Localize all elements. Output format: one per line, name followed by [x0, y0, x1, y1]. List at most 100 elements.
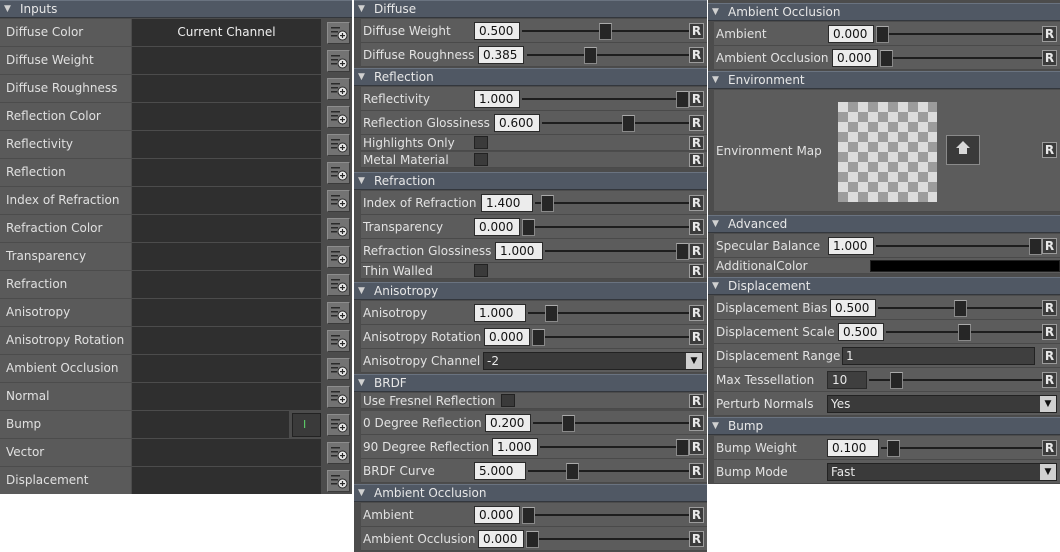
reset-button[interactable]: R: [689, 136, 704, 150]
ninety-degree-reflection-slider-track[interactable]: [540, 446, 689, 448]
ambient-slider-track[interactable]: [522, 514, 689, 516]
reset-button[interactable]: R: [689, 115, 704, 131]
diffuse-roughness-slider-thumb[interactable]: [584, 47, 598, 64]
reset-button[interactable]: R: [689, 531, 704, 547]
add-input-button[interactable]: [327, 162, 350, 184]
collapse-triangle-icon[interactable]: ▼: [4, 1, 11, 17]
collapse-triangle-icon[interactable]: ▼: [712, 72, 719, 88]
collapse-triangle-icon[interactable]: ▼: [358, 69, 365, 85]
reset-button[interactable]: R: [689, 219, 704, 235]
reset-button[interactable]: R: [689, 153, 704, 167]
input-connection-slot[interactable]: [132, 243, 321, 270]
input-connection-slot[interactable]: [132, 383, 321, 410]
ambient-slider-thumb[interactable]: [876, 26, 889, 43]
collapse-triangle-icon[interactable]: ▼: [358, 485, 365, 501]
refraction-section-header[interactable]: ▼ Refraction: [354, 172, 707, 190]
ambient-occlusion-slider-track[interactable]: [526, 538, 689, 540]
reset-button[interactable]: R: [1042, 440, 1057, 456]
input-connection-slot[interactable]: [132, 439, 321, 466]
bump-weight-slider-track[interactable]: [881, 447, 1042, 449]
reflection-section-header[interactable]: ▼ Reflection: [354, 68, 707, 86]
max-tessellation-slider-thumb[interactable]: [889, 372, 903, 389]
bump-toggle-slot[interactable]: I: [292, 413, 321, 437]
reset-button[interactable]: R: [689, 305, 704, 321]
ninety-degree-reflection-input[interactable]: 1.000: [492, 438, 538, 456]
reflectivity-slider-track[interactable]: [522, 98, 689, 100]
additional-color-swatch[interactable]: [870, 260, 1060, 272]
bump-section-header[interactable]: ▼ Bump: [708, 417, 1060, 435]
reset-button[interactable]: R: [1042, 142, 1057, 158]
index-of-refraction-slider-track[interactable]: [535, 202, 689, 204]
use-fresnel-reflection-checkbox[interactable]: [501, 394, 515, 407]
specular-balance-input[interactable]: 1.000: [828, 237, 874, 255]
diffuse-weight-slider-thumb[interactable]: [599, 23, 612, 40]
input-connection-slot[interactable]: [132, 467, 321, 494]
input-connection-slot[interactable]: [132, 215, 321, 242]
transparency-slider-track[interactable]: [522, 226, 689, 228]
diffuse-roughness-input[interactable]: 0.385: [478, 46, 524, 64]
input-connection-slot[interactable]: [132, 271, 321, 298]
specular-balance-slider-thumb[interactable]: [1029, 238, 1042, 255]
reset-button[interactable]: R: [689, 47, 704, 63]
reset-button[interactable]: R: [689, 507, 704, 523]
dropdown-arrow-icon[interactable]: ▼: [1040, 396, 1056, 412]
reflection-glossiness-slider-thumb[interactable]: [622, 115, 636, 132]
reflectivity-input[interactable]: 1.000: [474, 90, 520, 108]
add-input-button[interactable]: [327, 274, 350, 296]
index-of-refraction-input[interactable]: 1.400: [481, 194, 533, 212]
ambient-slider-thumb[interactable]: [522, 507, 535, 524]
collapse-triangle-icon[interactable]: ▼: [358, 1, 365, 17]
collapse-triangle-icon[interactable]: ▼: [712, 418, 719, 434]
diffuse-section-header[interactable]: ▼ Diffuse: [354, 0, 707, 18]
bump-mode-select[interactable]: Fast ▼: [827, 463, 1057, 481]
ambient-occlusion-slider-thumb[interactable]: [880, 50, 893, 67]
anisotropy-channel-select[interactable]: -2 ▼: [483, 352, 703, 370]
zero-degree-reflection-slider-track[interactable]: [533, 422, 689, 424]
add-input-button[interactable]: [327, 190, 350, 212]
reset-button[interactable]: R: [689, 195, 704, 211]
reset-button[interactable]: R: [689, 439, 704, 455]
index-of-refraction-slider-thumb[interactable]: [541, 195, 555, 212]
reset-button[interactable]: R: [689, 463, 704, 479]
anisotropy-rotation-slider-track[interactable]: [532, 336, 689, 338]
input-connection-slot[interactable]: [132, 299, 321, 326]
displacement-bias-input[interactable]: 0.500: [830, 299, 876, 317]
reset-button[interactable]: R: [689, 329, 704, 345]
input-connection-slot[interactable]: [132, 355, 321, 382]
reflection-glossiness-input[interactable]: 0.600: [494, 114, 540, 132]
ambient-occlusion-slider-thumb[interactable]: [526, 531, 539, 548]
add-input-button[interactable]: [327, 414, 350, 436]
brdf-curve-slider-track[interactable]: [528, 470, 689, 472]
anisotropy-slider-thumb[interactable]: [545, 305, 559, 322]
reset-button[interactable]: R: [1042, 372, 1057, 388]
add-input-button[interactable]: [327, 22, 350, 44]
collapse-triangle-icon[interactable]: ▼: [358, 173, 365, 189]
add-input-button[interactable]: [327, 358, 350, 380]
displacement-scale-slider-thumb[interactable]: [957, 324, 971, 341]
add-input-button[interactable]: [327, 78, 350, 100]
ambient-occlusion-input[interactable]: 0.000: [478, 530, 524, 548]
reset-button[interactable]: R: [689, 91, 704, 107]
perturb-normals-select[interactable]: Yes ▼: [827, 395, 1057, 413]
collapse-triangle-icon[interactable]: ▼: [712, 216, 719, 232]
add-input-button[interactable]: [327, 218, 350, 240]
dropdown-arrow-icon[interactable]: ▼: [686, 353, 702, 369]
environment-map-thumbnail[interactable]: [838, 102, 937, 202]
anisotropy-rotation-slider-thumb[interactable]: [532, 329, 545, 346]
reset-button[interactable]: R: [689, 264, 704, 278]
add-input-button[interactable]: [327, 246, 350, 268]
max-tessellation-input[interactable]: 10: [827, 371, 867, 389]
reset-button[interactable]: R: [689, 415, 704, 431]
reset-button[interactable]: R: [1042, 238, 1057, 254]
reset-button[interactable]: R: [1042, 300, 1057, 316]
anisotropy-input[interactable]: 1.000: [474, 304, 526, 322]
displacement-section-header[interactable]: ▼ Displacement: [708, 277, 1060, 295]
displacement-range-input[interactable]: 1: [842, 347, 1035, 365]
input-connection-slot[interactable]: Current Channel: [132, 19, 321, 46]
ambient-occlusion-section-header[interactable]: ▼ Ambient Occlusion: [708, 3, 1060, 21]
thin-walled-checkbox[interactable]: [474, 264, 488, 277]
refraction-glossiness-input[interactable]: 1.000: [495, 242, 543, 260]
reset-button[interactable]: R: [1042, 324, 1057, 340]
anisotropy-section-header[interactable]: ▼ Anisotropy: [354, 282, 707, 300]
add-input-button[interactable]: [327, 50, 350, 72]
